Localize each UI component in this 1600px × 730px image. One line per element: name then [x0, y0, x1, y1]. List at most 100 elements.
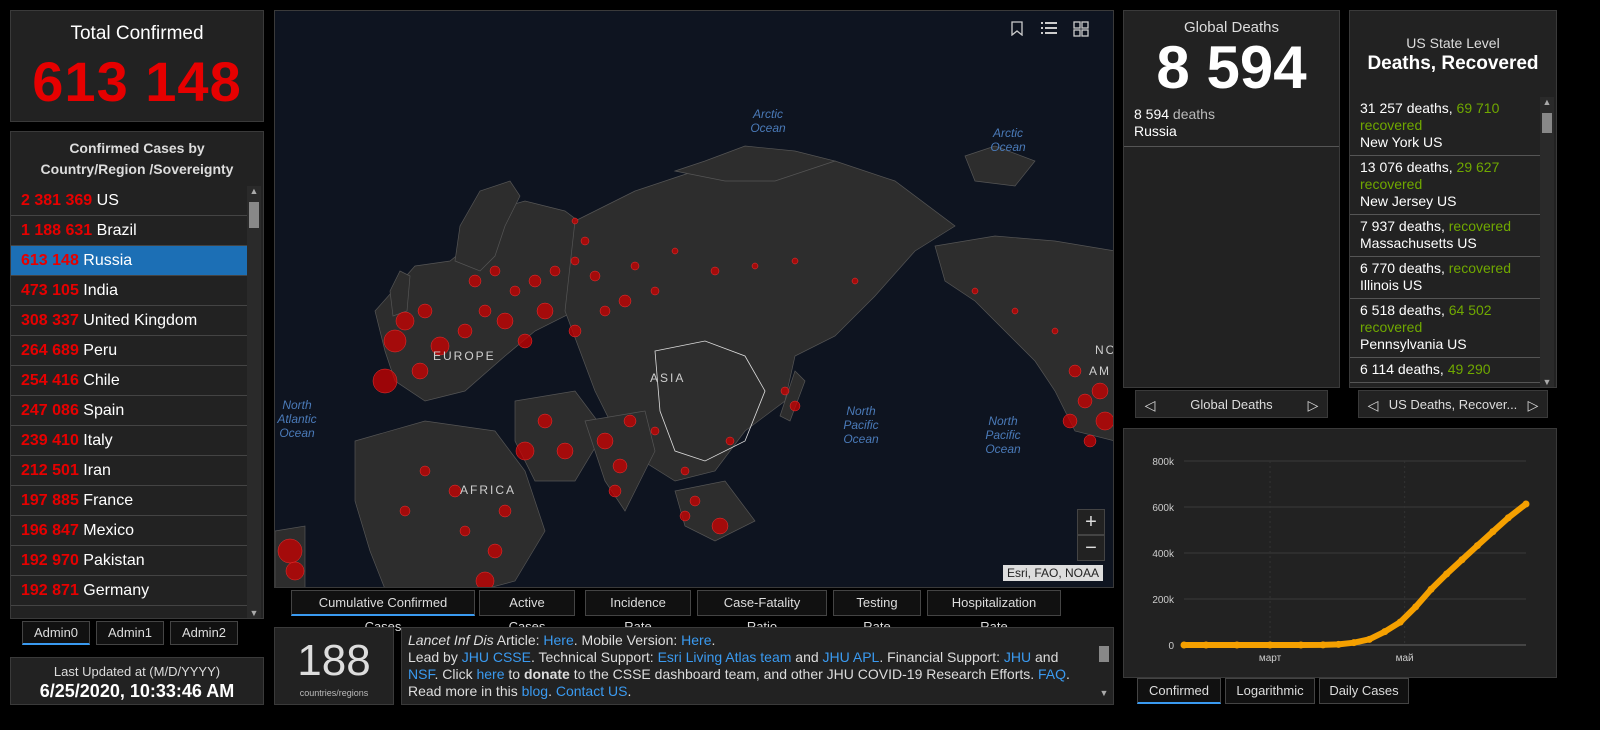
us-recovered-label: recovered: [1360, 117, 1423, 133]
map-label-arctic-ocean-1: Arctic Ocean: [750, 107, 786, 135]
tab-confirmed-chart[interactable]: Confirmed: [1137, 678, 1221, 704]
global-deaths-nav: ◁ Global Deaths ▷: [1135, 390, 1328, 418]
scroll-down-icon[interactable]: ▼: [247, 608, 261, 618]
country-list-scrollbar[interactable]: ▲ ▼: [247, 186, 261, 618]
tab-testing-rate[interactable]: Testing Rate: [833, 590, 921, 634]
countries-count-value: 188: [297, 636, 371, 685]
country-row[interactable]: 2 381 369 US: [11, 186, 247, 216]
next-icon[interactable]: ▷: [1523, 391, 1543, 419]
confirmed-data-point: [1458, 556, 1466, 564]
country-count: 247 086: [21, 402, 79, 419]
nsf-link[interactable]: NSF: [408, 666, 434, 682]
faq-link[interactable]: FAQ: [1038, 666, 1066, 682]
zoom-out-button[interactable]: −: [1077, 535, 1105, 561]
us-deaths-count: 13 076 deaths,: [1360, 159, 1457, 175]
here-link[interactable]: here: [476, 666, 504, 682]
country-row[interactable]: 1 188 631 Brazil: [11, 216, 247, 246]
tab-admin2[interactable]: Admin2: [170, 621, 238, 645]
tab-active-cases[interactable]: Active Cases: [479, 590, 575, 634]
scroll-up-icon[interactable]: ▲: [1540, 97, 1554, 107]
us-state-row[interactable]: 13 076 deaths, 29 627 recovered New Jerse…: [1350, 156, 1540, 215]
tab-admin0[interactable]: Admin0: [22, 621, 90, 645]
info-text: Lead by: [408, 649, 462, 665]
confirmed-data-point: [1266, 641, 1274, 649]
scroll-down-icon[interactable]: ▼: [1097, 685, 1111, 702]
confirmed-data-point: [1350, 639, 1358, 647]
mobile-version-link[interactable]: Here: [681, 632, 711, 648]
country-count: 254 416: [21, 372, 79, 389]
countries-count-panel: 188 countries/regions: [274, 627, 394, 705]
country-count: 192 970: [21, 552, 79, 569]
us-state-subtitle: Deaths, Recovered: [1367, 53, 1539, 74]
us-recovered-label: recovered: [1360, 319, 1423, 335]
country-row[interactable]: 473 105 India: [11, 276, 247, 306]
scroll-thumb[interactable]: [1542, 113, 1552, 133]
country-row[interactable]: 308 337 United Kingdom: [11, 306, 247, 336]
info-scrollbar[interactable]: ▼: [1097, 630, 1111, 702]
jhu-csse-link[interactable]: JHU CSSE: [462, 649, 531, 665]
country-row[interactable]: 192 871 Germany: [11, 576, 247, 606]
tab-case-fatality-ratio[interactable]: Case-Fatality Ratio: [697, 590, 827, 634]
tab-admin1[interactable]: Admin1: [96, 621, 164, 645]
legend-list-icon[interactable]: [1041, 21, 1071, 51]
country-list[interactable]: 2 381 369 US 1 188 631 Brazil 613 148 Russ…: [11, 186, 247, 618]
country-row[interactable]: 254 416 Chile: [11, 366, 247, 396]
deaths-unit: deaths: [1169, 106, 1215, 122]
us-state-row[interactable]: 31 257 deaths, 69 710 recovered New York …: [1350, 97, 1540, 156]
info-text: to the CSSE dashboard team, and other JH…: [569, 666, 1039, 682]
confirmed-data-point: [1443, 570, 1451, 578]
country-row[interactable]: 613 148 Russia: [11, 246, 247, 276]
us-state-row[interactable]: 6 518 deaths, 64 502 recovered Pennsylvan…: [1350, 299, 1540, 358]
confirmed-chart: 0 200k 400k 600k 800k март май: [1152, 457, 1530, 664]
confirmed-chart-panel: 0 200k 400k 600k 800k март май: [1123, 428, 1557, 678]
country-row[interactable]: 264 689 Peru: [11, 336, 247, 366]
world-map[interactable]: Arctic Ocean Arctic Ocean North Atlantic…: [274, 10, 1114, 588]
info-text: . Click: [434, 666, 477, 682]
esri-link[interactable]: Esri Living Atlas team: [658, 649, 792, 665]
total-confirmed-panel: Total Confirmed 613 148: [10, 10, 264, 122]
confirmed-data-point: [1297, 641, 1305, 649]
zoom-in-button[interactable]: +: [1077, 509, 1105, 535]
basemap-gallery-icon[interactable]: [1073, 21, 1103, 51]
country-row[interactable]: 197 885 France: [11, 486, 247, 516]
tab-logarithmic[interactable]: Logarithmic: [1225, 678, 1315, 704]
country-row[interactable]: 192 970 Pakistan: [11, 546, 247, 576]
country-row[interactable]: 247 086 Spain: [11, 396, 247, 426]
jhu-apl-link[interactable]: JHU APL: [823, 649, 880, 665]
us-state-name: New York US: [1360, 134, 1443, 150]
global-deaths-panel: Global Deaths 8 594 8 594 deaths Russia: [1123, 10, 1340, 388]
country-row[interactable]: 196 847 Mexico: [11, 516, 247, 546]
country-row[interactable]: 239 410 Italy: [11, 426, 247, 456]
us-state-row[interactable]: 7 937 deaths, recovered Massachusetts US: [1350, 215, 1540, 257]
global-deaths-row[interactable]: 8 594 deaths Russia: [1124, 100, 1339, 147]
confirmed-data-point: [1473, 542, 1481, 550]
us-list-scrollbar[interactable]: ▲ ▼: [1540, 97, 1554, 387]
prev-icon[interactable]: ◁: [1363, 391, 1383, 419]
blog-link[interactable]: blog: [522, 683, 548, 699]
us-state-name: New Jersey US: [1360, 193, 1457, 209]
tab-cumulative-confirmed[interactable]: Cumulative Confirmed Cases: [291, 590, 475, 634]
bookmark-icon[interactable]: [1011, 21, 1041, 51]
us-recovered-label: recovered: [1360, 176, 1423, 192]
tab-incidence-rate[interactable]: Incidence Rate: [585, 590, 691, 634]
scroll-thumb[interactable]: [1099, 646, 1109, 662]
us-deaths-count: 6 518 deaths,: [1360, 302, 1449, 318]
article-link[interactable]: Here: [543, 632, 573, 648]
jhu-link[interactable]: JHU: [1004, 649, 1031, 665]
contact-us-link[interactable]: Contact US: [556, 683, 628, 699]
scroll-up-icon[interactable]: ▲: [247, 186, 261, 196]
country-row[interactable]: 212 501 Iran: [11, 456, 247, 486]
map-canvas[interactable]: [275, 11, 1114, 588]
scroll-down-icon[interactable]: ▼: [1540, 377, 1554, 387]
us-recovered-count: 49 290: [1447, 361, 1491, 377]
prev-icon[interactable]: ◁: [1140, 391, 1160, 419]
us-state-list[interactable]: 31 257 deaths, 69 710 recovered New York …: [1350, 97, 1540, 387]
tab-daily-cases[interactable]: Daily Cases: [1319, 678, 1409, 704]
us-state-row[interactable]: 6 770 deaths, recovered Illinois US: [1350, 257, 1540, 299]
confirmed-data-point: [1202, 641, 1210, 649]
us-state-row[interactable]: 6 114 deaths, 49 290: [1350, 358, 1540, 383]
country-name: Spain: [83, 402, 125, 419]
tab-hospitalization-rate[interactable]: Hospitalization Rate: [927, 590, 1061, 634]
next-icon[interactable]: ▷: [1303, 391, 1323, 419]
scroll-thumb[interactable]: [249, 202, 259, 228]
